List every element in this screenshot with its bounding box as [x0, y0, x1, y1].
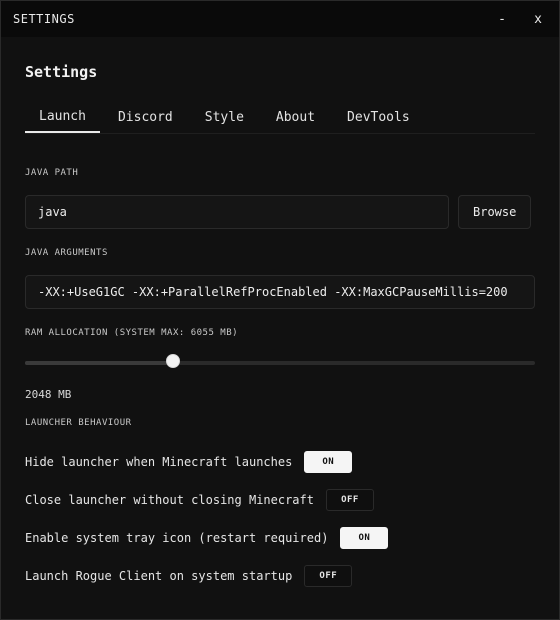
ram-value: 2048 MB — [25, 388, 72, 401]
window-title: SETTINGS — [13, 12, 75, 26]
title-bar[interactable]: SETTINGS - x — [1, 1, 559, 37]
ram-allocation-label: RAM ALLOCATION (SYSTEM MAX: 6055 MB) — [25, 328, 239, 338]
ram-slider-wrap — [25, 354, 535, 368]
system-tray-toggle[interactable]: ON — [340, 527, 389, 549]
tab-bar: Launch Discord Style About DevTools — [25, 101, 535, 134]
close-launcher-toggle[interactable]: OFF — [325, 489, 374, 511]
minimize-button[interactable]: - — [493, 10, 511, 28]
launcher-settings-list: Hide launcher when Minecraft launches ON… — [25, 443, 535, 595]
setting-label: Hide launcher when Minecraft launches — [25, 455, 293, 469]
tab-launch[interactable]: Launch — [25, 101, 100, 133]
tab-style[interactable]: Style — [191, 101, 258, 133]
page-title: Settings — [25, 63, 98, 81]
setting-label: Enable system tray icon (restart require… — [25, 531, 329, 545]
tab-about[interactable]: About — [262, 101, 329, 133]
browse-button[interactable]: Browse — [458, 195, 532, 229]
ram-slider[interactable] — [25, 354, 535, 368]
java-arguments-row — [25, 275, 535, 309]
setting-hide-launcher: Hide launcher when Minecraft launches ON — [25, 443, 535, 481]
hide-launcher-toggle[interactable]: ON — [304, 451, 353, 473]
ram-slider-thumb[interactable] — [165, 354, 180, 368]
setting-startup: Launch Rogue Client on system startup OF… — [25, 557, 535, 595]
tab-discord[interactable]: Discord — [104, 101, 187, 133]
setting-label: Close launcher without closing Minecraft — [25, 493, 314, 507]
window-controls: - x — [493, 10, 547, 28]
ram-slider-fill — [25, 361, 173, 365]
setting-label: Launch Rogue Client on system startup — [25, 569, 293, 583]
setting-system-tray: Enable system tray icon (restart require… — [25, 519, 535, 557]
java-arguments-input[interactable] — [25, 275, 535, 309]
settings-content: Settings Launch Discord Style About DevT… — [1, 63, 559, 595]
close-button[interactable]: x — [529, 10, 547, 28]
setting-close-launcher: Close launcher without closing Minecraft… — [25, 481, 535, 519]
java-path-row: Browse — [25, 195, 535, 229]
launcher-behaviour-label: LAUNCHER BEHAVIOUR — [25, 418, 132, 428]
tab-devtools[interactable]: DevTools — [333, 101, 424, 133]
java-arguments-label: JAVA ARGUMENTS — [25, 248, 108, 258]
java-path-input[interactable] — [25, 195, 449, 229]
startup-toggle[interactable]: OFF — [304, 565, 353, 587]
settings-window: SETTINGS - x Settings Launch Discord Sty… — [0, 0, 560, 620]
java-path-label: JAVA PATH — [25, 168, 79, 178]
